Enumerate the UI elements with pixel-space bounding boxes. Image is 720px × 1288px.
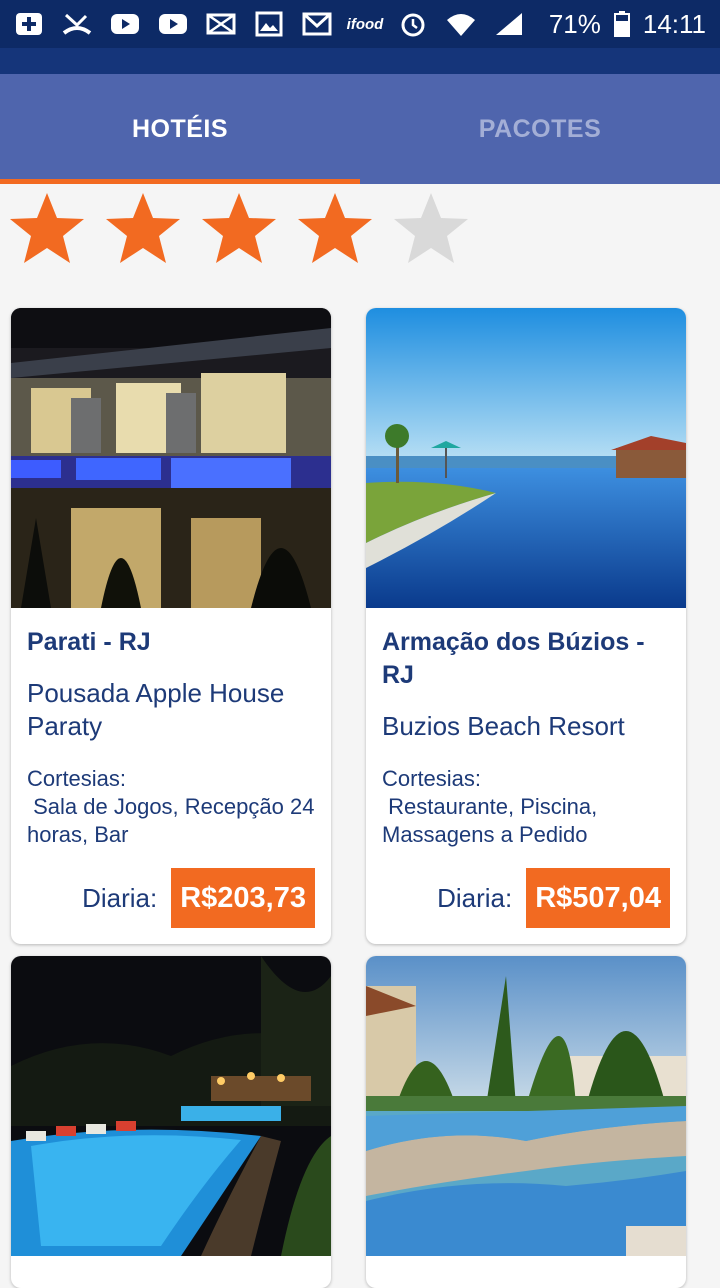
star-filled-icon[interactable] [200, 190, 278, 268]
courtesy-list: Restaurante, Piscina, Massagens a Pedido [382, 794, 604, 847]
tab-indicator [0, 179, 360, 184]
gmail-icon [302, 11, 332, 37]
hotel-card[interactable]: Parati - RJ Pousada Apple House Paraty C… [11, 308, 331, 944]
youtube-icon [158, 11, 188, 37]
image-icon [254, 11, 284, 37]
hotel-grid: Parati - RJ Pousada Apple House Paraty C… [11, 308, 686, 1288]
price-label: Diaria: [82, 882, 158, 913]
battery-percent: 71% [548, 8, 601, 39]
price-badge: R$507,04 [526, 868, 670, 928]
tab-bar: HOTÉIS PACOTES [0, 74, 720, 184]
signal-icon [494, 11, 524, 37]
hotel-photo [11, 956, 331, 1256]
courtesy-list: Sala de Jogos, Recepção 24 horas, Bar [27, 794, 321, 847]
hotel-photo [366, 308, 686, 608]
hotel-card[interactable] [11, 956, 331, 1288]
hotel-city: Parati - RJ [27, 628, 151, 656]
hotel-name: Pousada Apple House Paraty [27, 678, 285, 741]
tab-label: PACOTES [478, 114, 602, 143]
star-empty-icon[interactable] [392, 190, 470, 268]
app-bar [0, 48, 720, 74]
courtesy-label: Cortesias: [27, 766, 127, 791]
youtube-icon [110, 11, 140, 37]
tab-label: HOTÉIS [131, 114, 229, 143]
price-badge: R$203,73 [171, 868, 315, 928]
hotel-photo [366, 956, 686, 1256]
tab-pacotes[interactable]: PACOTES [360, 74, 720, 184]
star-filled-icon[interactable] [104, 190, 182, 268]
missed-call-icon [62, 11, 92, 37]
star-filled-icon[interactable] [296, 190, 374, 268]
star-rating[interactable] [8, 190, 470, 268]
courtesy-label: Cortesias: [382, 766, 482, 791]
hotel-card[interactable]: Armação dos Búzios - RJ Buzios Beach Res… [366, 308, 686, 944]
star-filled-icon[interactable] [8, 190, 86, 268]
hotel-name: Buzios Beach Resort [382, 711, 625, 741]
price-label: Diaria: [437, 882, 513, 913]
clock: 14:11 [642, 8, 706, 39]
alarm-icon [398, 11, 428, 37]
ifood-icon: ifood [346, 15, 384, 33]
price-row: Diaria: R$507,04 [437, 868, 670, 928]
hotel-card[interactable] [366, 956, 686, 1288]
add-notification-icon [14, 11, 44, 37]
wifi-icon [446, 11, 476, 37]
tab-hoteis[interactable]: HOTÉIS [0, 74, 360, 184]
hotel-city: Armação dos Búzios - RJ [382, 628, 645, 689]
status-bar: ifood 71% 14:11 [0, 0, 720, 48]
mail-icon [206, 11, 236, 37]
price-row: Diaria: R$203,73 [82, 868, 315, 928]
battery-icon [611, 11, 633, 37]
hotel-photo [11, 308, 331, 608]
